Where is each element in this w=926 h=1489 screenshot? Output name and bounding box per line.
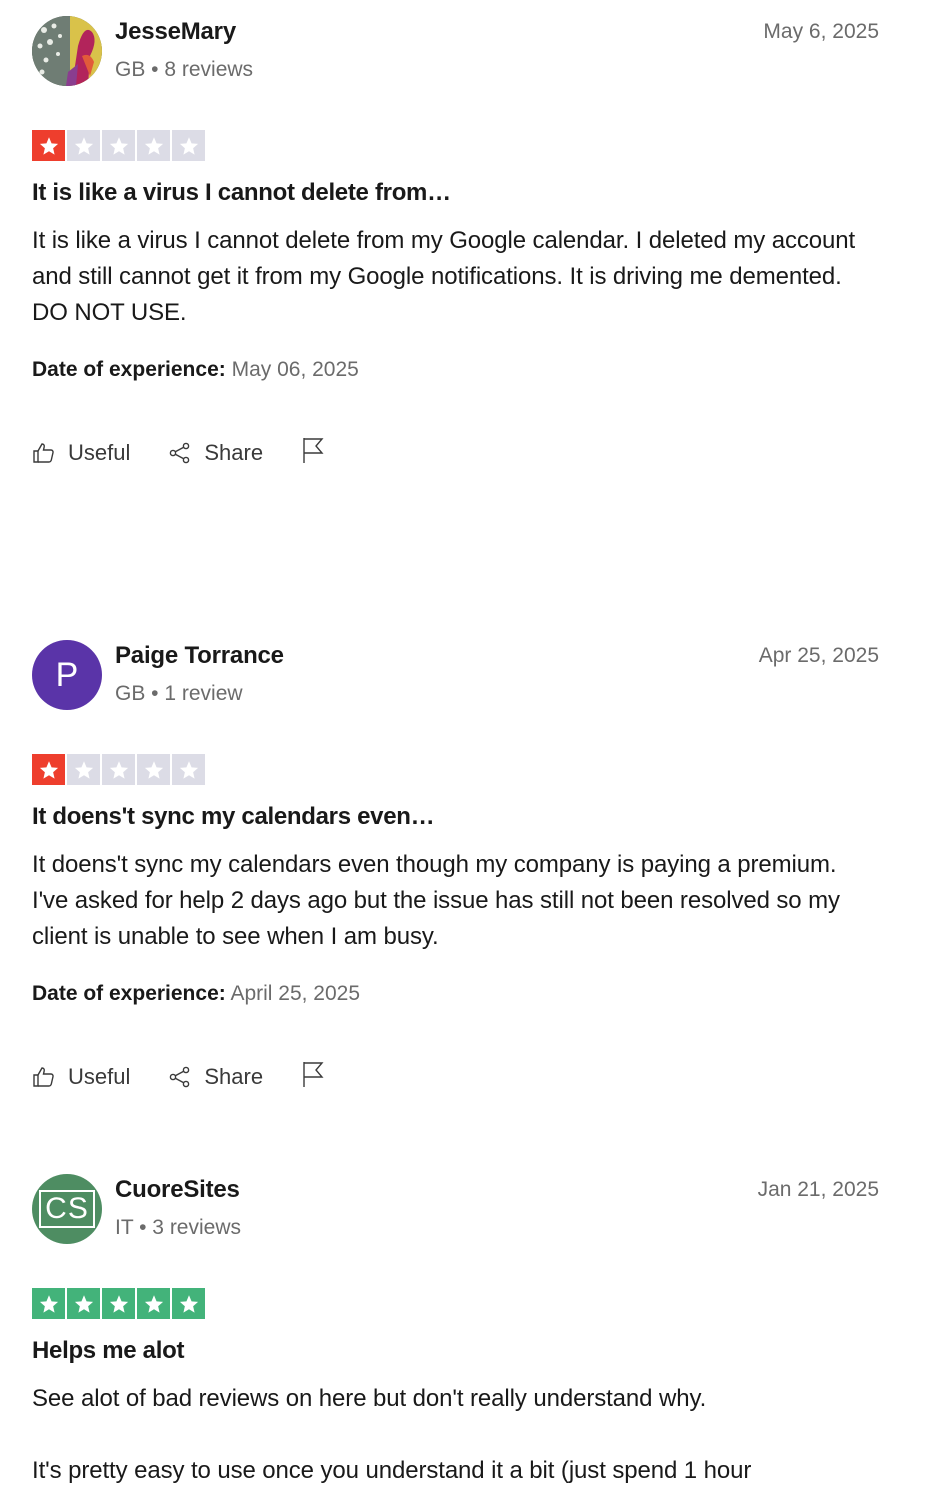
share-label: Share (204, 1063, 264, 1089)
review-body: See alot of bad reviews on here but don'… (32, 1381, 879, 1489)
useful-label: Useful (68, 1063, 131, 1089)
star-icon (137, 130, 170, 161)
avatar-photo-icon (32, 16, 102, 86)
review-text: It's pretty easy to use once you underst… (32, 1457, 752, 1484)
date-of-experience: Date of experience: April 25, 2025 (32, 982, 360, 1006)
review-body: It is like a virus I cannot delete from … (32, 223, 879, 331)
review-title[interactable]: It doens't sync my calendars even… (32, 803, 435, 831)
share-label: Share (204, 439, 264, 465)
avatar[interactable]: P (32, 640, 102, 710)
review-header: CS CuoreSites IT • 3 reviews Jan 21, 202… (32, 1174, 879, 1246)
thumbs-up-icon (33, 442, 54, 463)
thumbs-up-icon (33, 1066, 54, 1087)
share-button[interactable]: Share (168, 440, 263, 466)
star-icon (102, 1288, 135, 1319)
reviewer-meta: GB • 1 review (115, 682, 243, 705)
reviewer-name[interactable]: JesseMary (115, 18, 236, 46)
reviewer-meta: IT • 3 reviews (115, 1216, 241, 1239)
share-icon (170, 1066, 190, 1087)
reviewer-name[interactable]: CuoreSites (115, 1176, 240, 1204)
share-icon (170, 442, 190, 463)
flag-icon (303, 438, 324, 463)
share-button[interactable]: Share (168, 1064, 263, 1090)
useful-button[interactable]: Useful (32, 440, 130, 466)
star-icon (67, 754, 100, 785)
review-title[interactable]: It is like a virus I cannot delete from… (32, 179, 451, 207)
avatar[interactable]: CS (32, 1174, 102, 1244)
star-icon (67, 1288, 100, 1319)
avatar[interactable] (32, 16, 102, 86)
doe-label: Date of experience: (32, 982, 226, 1005)
reviewer-meta: GB • 8 reviews (115, 58, 254, 81)
flag-icon (303, 1062, 324, 1087)
star-icon (172, 130, 205, 161)
star-icon (32, 130, 65, 161)
report-button[interactable] (301, 1060, 325, 1093)
review-text: It doens't sync my calendars even though… (32, 851, 840, 950)
star-icon (32, 754, 65, 785)
review-actions: Useful Share (32, 436, 325, 469)
star-icon (102, 130, 135, 161)
review-actions: Useful Share (32, 1060, 325, 1093)
report-button[interactable] (301, 436, 325, 469)
doe-value: April 25, 2025 (230, 982, 361, 1005)
review-card: CS CuoreSites IT • 3 reviews Jan 21, 202… (32, 1174, 879, 1484)
review-card: JesseMary GB • 8 reviews May 6, 2025 It … (32, 16, 879, 465)
avatar-initial: P (55, 655, 79, 694)
review-body: It doens't sync my calendars even though… (32, 847, 879, 955)
review-header: JesseMary GB • 8 reviews May 6, 2025 (32, 16, 879, 88)
useful-button[interactable]: Useful (32, 1064, 130, 1090)
star-icon (102, 754, 135, 785)
date-of-experience: Date of experience: May 06, 2025 (32, 358, 359, 382)
review-text: See alot of bad reviews on here but don'… (32, 1385, 707, 1412)
star-icon (67, 130, 100, 161)
star-icon (137, 754, 170, 785)
review-date: Apr 25, 2025 (758, 644, 879, 667)
doe-value: May 06, 2025 (231, 358, 359, 381)
useful-label: Useful (68, 439, 131, 465)
avatar-initial: CS (39, 1190, 95, 1228)
review-card: P Paige Torrance GB • 1 review Apr 25, 2… (32, 640, 879, 1089)
star-rating (32, 130, 205, 161)
star-rating (32, 1288, 205, 1319)
reviewer-name[interactable]: Paige Torrance (115, 642, 284, 670)
review-title[interactable]: Helps me alot (32, 1337, 184, 1365)
review-header: P Paige Torrance GB • 1 review Apr 25, 2… (32, 640, 879, 712)
review-date: Jan 21, 2025 (757, 1178, 879, 1201)
review-date: May 6, 2025 (763, 20, 879, 43)
star-icon (172, 754, 205, 785)
star-rating (32, 754, 205, 785)
doe-label: Date of experience: (32, 358, 226, 381)
star-icon (137, 1288, 170, 1319)
star-icon (172, 1288, 205, 1319)
review-text: It is like a virus I cannot delete from … (32, 227, 856, 326)
star-icon (32, 1288, 65, 1319)
